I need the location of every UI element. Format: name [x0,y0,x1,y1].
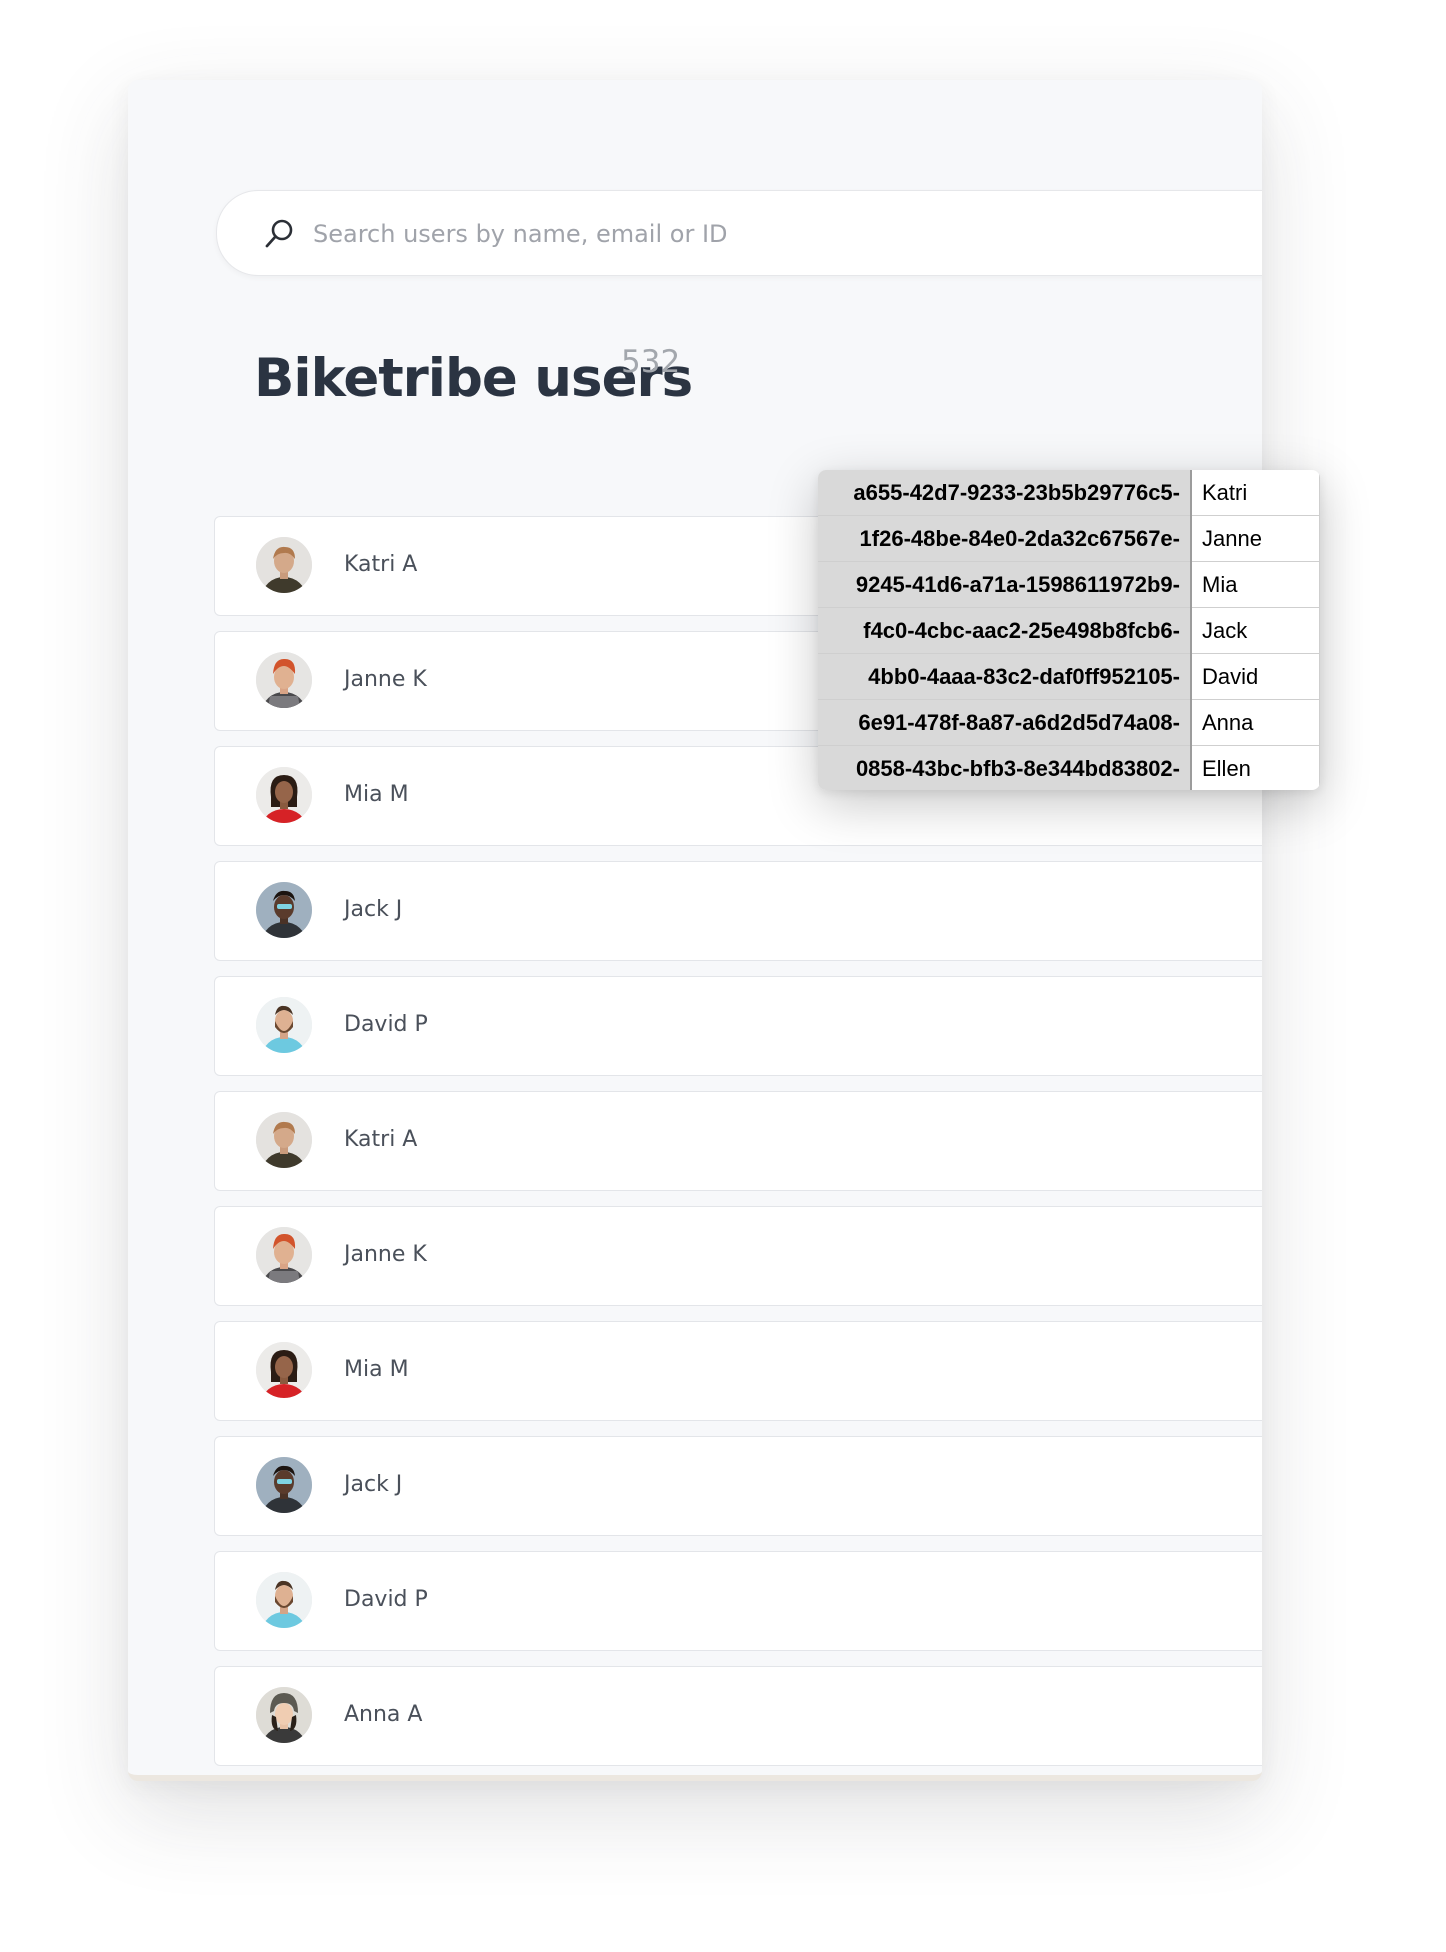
user-name: Janne K [344,1242,427,1267]
list-item[interactable]: David P [214,976,1262,1076]
list-item[interactable]: Anna A [214,1666,1262,1766]
avatar [256,537,312,593]
user-name: Katri A [344,1127,418,1152]
user-name-cell: David [1191,653,1320,700]
user-id-cell: -a655-42d7-9233-23b5b29776c5 [818,470,1192,516]
user-name: Jack J [344,1472,403,1497]
user-name: Mia M [344,782,409,807]
list-item[interactable]: David P [214,1551,1262,1651]
table-row: -f4c0-4cbc-aac2-25e498b8fcb6 Jack [818,607,1320,654]
table-row: -9245-41d6-a71a-1598611972b9 Mia [818,561,1320,608]
avatar [256,1227,312,1283]
avatar [256,652,312,708]
user-id-table-overlay: -a655-42d7-9233-23b5b29776c5 Katri -1f26… [818,470,1320,790]
avatar [256,882,312,938]
user-name: Anna A [344,1702,423,1727]
table-row: -0858-43bc-bfb3-8e344bd83802 Ellen [818,745,1320,790]
user-name-cell: Jack [1191,607,1320,654]
avatar [256,767,312,823]
user-id-cell: -0858-43bc-bfb3-8e344bd83802 [818,745,1192,790]
user-name: Katri A [344,552,418,577]
avatar [256,1112,312,1168]
user-name-cell: Ellen [1191,745,1320,790]
user-id-cell: -4bb0-4aaa-83c2-daf0ff952105 [818,653,1192,700]
user-name: Janne K [344,667,427,692]
list-item[interactable]: Janne K [214,1206,1262,1306]
avatar [256,1342,312,1398]
user-name: Mia M [344,1357,409,1382]
user-name-cell: Katri [1191,470,1320,516]
id-name-table: -a655-42d7-9233-23b5b29776c5 Katri -1f26… [818,470,1320,790]
list-item[interactable]: Katri A [214,1091,1262,1191]
search-bar[interactable] [216,190,1262,276]
table-row: -6e91-478f-8a87-a6d2d5d74a08 Anna [818,699,1320,746]
user-name-cell: Anna [1191,699,1320,746]
user-name-cell: Mia [1191,561,1320,608]
user-name: David P [344,1012,428,1037]
user-id-cell: -6e91-478f-8a87-a6d2d5d74a08 [818,699,1192,746]
users-panel: Biketribe users 532 Katri A Janne K Mia … [128,80,1262,1781]
user-count-badge: 532 [621,344,681,380]
table-row: -1f26-48be-84e0-2da32c67567e Janne [818,515,1320,562]
user-name-cell: Janne [1191,515,1320,562]
user-name: Jack J [344,897,403,922]
avatar [256,1572,312,1628]
table-row: -a655-42d7-9233-23b5b29776c5 Katri [818,470,1320,516]
list-item[interactable]: Jack J [214,1436,1262,1536]
user-name: David P [344,1587,428,1612]
user-id-cell: -9245-41d6-a71a-1598611972b9 [818,561,1192,608]
user-id-cell: -1f26-48be-84e0-2da32c67567e [818,515,1192,562]
table-row: -4bb0-4aaa-83c2-daf0ff952105 David [818,653,1320,700]
search-input[interactable] [311,215,1215,253]
avatar [256,1687,312,1743]
list-item[interactable]: Jack J [214,861,1262,961]
search-icon [265,219,293,248]
list-item[interactable]: Mia M [214,1321,1262,1421]
avatar [256,997,312,1053]
user-id-cell: -f4c0-4cbc-aac2-25e498b8fcb6 [818,607,1192,654]
avatar [256,1457,312,1513]
